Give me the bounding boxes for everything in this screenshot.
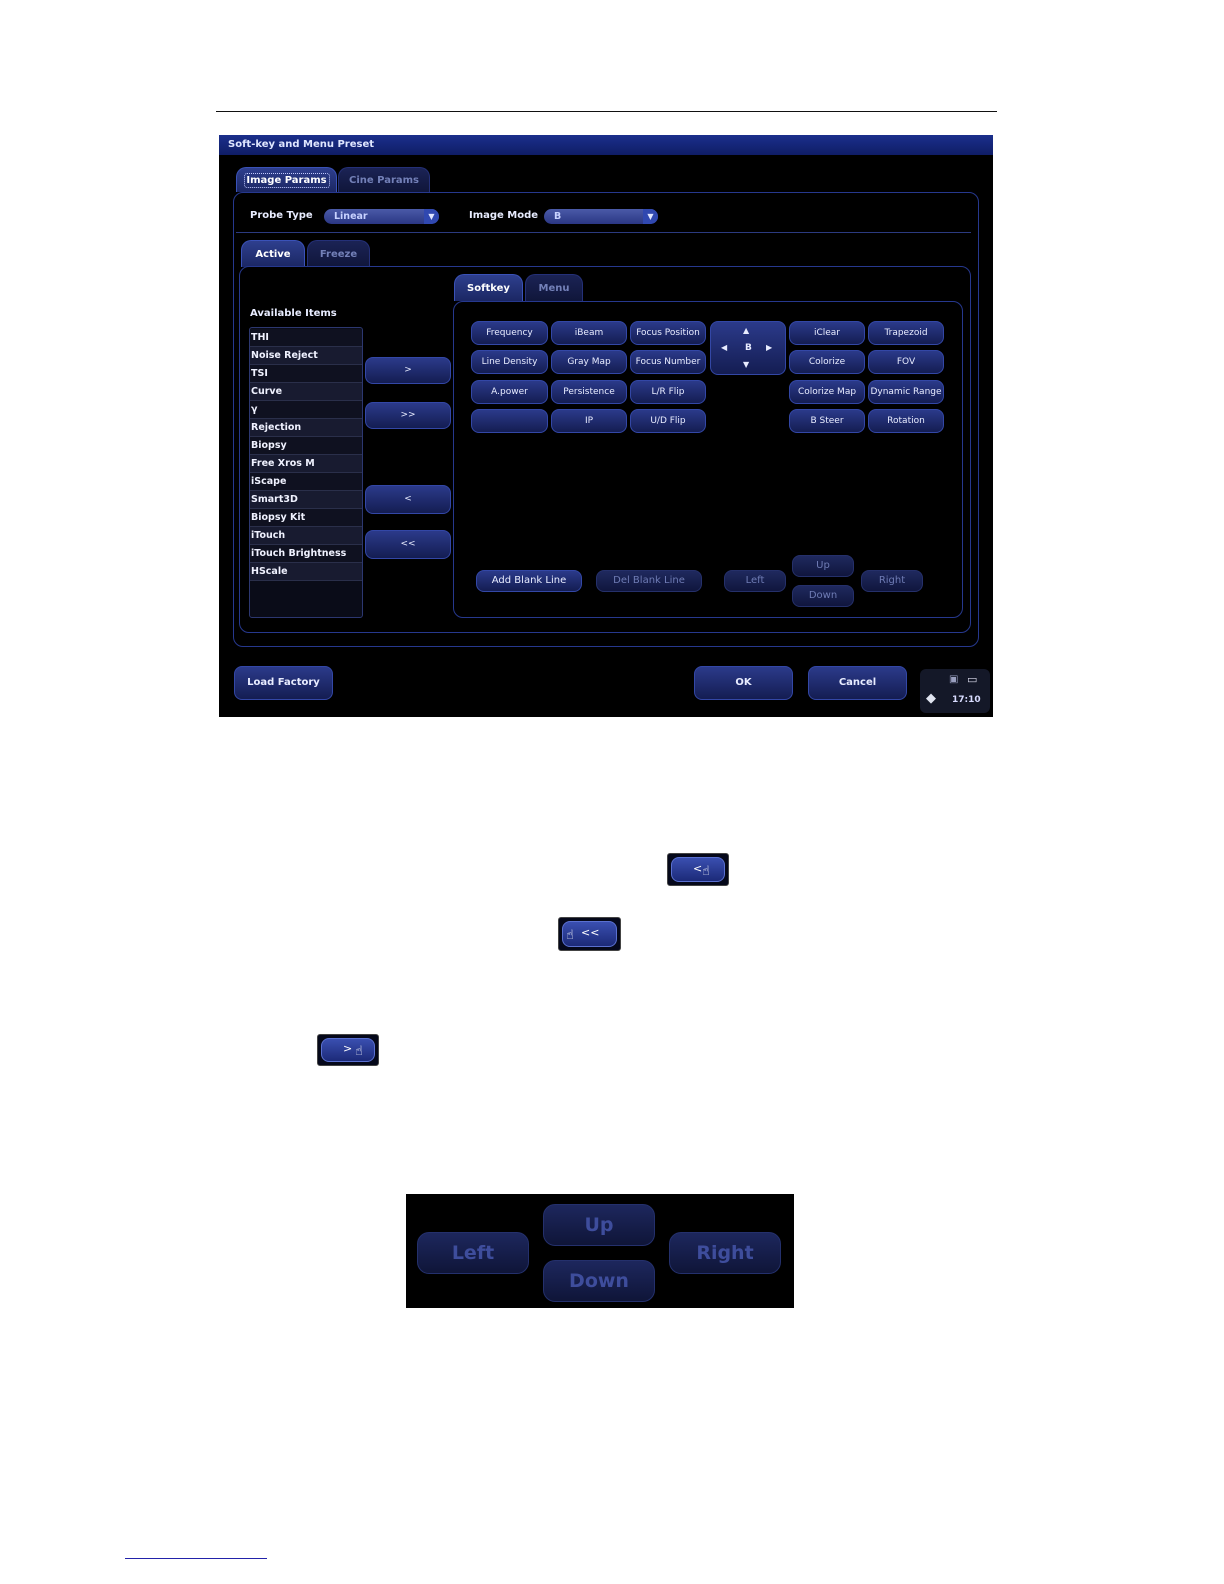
chevron-down-icon: ▼ [424,209,439,224]
dpad-center-label: B [745,343,752,353]
remove-item-button[interactable]: < [365,485,451,514]
ok-button[interactable]: OK [694,666,793,700]
softkey-blank[interactable] [471,409,548,433]
softkey-ud-flip[interactable]: U/D Flip [630,409,706,433]
big-up-button: Up [543,1204,655,1246]
softkey-persistence[interactable]: Persistence [551,380,627,404]
arrow-right-icon: ▶ [766,343,773,352]
chevron-down-icon: ▼ [643,209,658,224]
tab-active[interactable]: Active [241,240,305,267]
list-item[interactable]: TSI [250,365,362,383]
arrow-up-icon: ▲ [743,326,750,335]
list-item[interactable]: Biopsy Kit [250,509,362,527]
hand-cursor-icon: ☝ [702,864,710,879]
hand-cursor-icon: ☝ [355,1044,363,1059]
softkey-dynamic-range[interactable]: Dynamic Range [868,380,944,404]
remove-item-snippet: < ☝ [667,853,729,886]
available-items-title: Available Items [250,308,337,319]
snippet-label: < [693,862,703,875]
image-mode-value: B [554,211,562,222]
window-title: Soft-key and Menu Preset [219,135,993,155]
list-item[interactable]: Free Xros M [250,455,362,473]
softkey-colorize-map[interactable]: Colorize Map [789,380,865,404]
softkey-iclear[interactable]: iClear [789,321,865,345]
load-factory-button[interactable]: Load Factory [234,666,333,700]
softkey-focus-position[interactable]: Focus Position [630,321,706,345]
list-item[interactable]: Rejection [250,419,362,437]
top-rule [216,111,997,112]
tab-softkey[interactable]: Softkey [454,274,523,301]
tab-menu[interactable]: Menu [525,274,583,301]
softkey-line-density[interactable]: Line Density [471,350,548,374]
probe-type-value: Linear [334,211,368,222]
cancel-button[interactable]: Cancel [808,666,907,700]
list-item[interactable]: Curve [250,383,362,401]
list-item[interactable]: iTouch Brightness [250,545,362,563]
softkey-a-power[interactable]: A.power [471,380,548,404]
direction-buttons-image: Left Up Down Right [406,1194,794,1308]
remove-all-button[interactable]: << [365,530,451,559]
move-up-button[interactable]: Up [792,555,854,577]
del-blank-line-button[interactable]: Del Blank Line [596,570,702,592]
add-all-button[interactable]: >> [365,402,451,429]
list-item[interactable]: HScale [250,563,362,581]
add-item-button[interactable]: > [365,357,451,384]
softkey-trapezoid[interactable]: Trapezoid [868,321,944,345]
big-right-button: Right [669,1232,781,1274]
move-right-button[interactable]: Right [861,570,923,592]
softkey-rotation[interactable]: Rotation [868,409,944,433]
big-down-button: Down [543,1260,655,1302]
image-mode-select[interactable]: B ▼ [544,209,658,224]
list-item[interactable]: iScape [250,473,362,491]
probe-type-label: Probe Type [250,210,313,221]
list-item[interactable]: Smart3D [250,491,362,509]
remove-all-snippet: ☝ << [558,917,621,951]
softkey-ibeam[interactable]: iBeam [551,321,627,345]
list-item[interactable]: iTouch [250,527,362,545]
tab-image-params[interactable]: Image Params [236,167,337,192]
divider [236,232,971,233]
available-items-list[interactable]: THI Noise Reject TSI Curve γ Rejection B… [249,327,363,618]
clock-time: 17:10 [952,695,981,705]
add-item-snippet: > ☝ [317,1034,379,1066]
snippet-label: > [343,1042,353,1055]
probe-type-select[interactable]: Linear ▼ [324,209,439,224]
list-item[interactable]: γ [250,401,362,419]
tab-image-params-label: Image Params [243,173,330,188]
big-left-button: Left [417,1232,529,1274]
printer-icon: ◆ [926,691,936,706]
snippet-label: << [581,926,600,939]
softkey-fov[interactable]: FOV [868,350,944,374]
usb-icon: ▣ [949,674,959,685]
arrow-down-icon: ▼ [743,360,750,369]
softkey-ip[interactable]: IP [551,409,627,433]
softkey-b-steer[interactable]: B Steer [789,409,865,433]
image-mode-label: Image Mode [469,210,539,221]
softkey-colorize[interactable]: Colorize [789,350,865,374]
add-blank-line-button[interactable]: Add Blank Line [476,570,582,592]
list-item[interactable]: Biopsy [250,437,362,455]
footnote-rule [125,1558,267,1559]
list-item[interactable]: THI [250,329,362,347]
status-area: ▣ ▭ ◆ 17:10 [920,669,990,713]
tab-cine-params[interactable]: Cine Params [338,167,430,192]
arrow-left-icon: ◀ [721,343,728,352]
move-down-button[interactable]: Down [792,585,854,607]
softkey-lr-flip[interactable]: L/R Flip [630,380,706,404]
monitor-icon: ▭ [967,673,978,686]
tab-freeze[interactable]: Freeze [307,240,370,267]
softkey-frequency[interactable]: Frequency [471,321,548,345]
softkey-gray-map[interactable]: Gray Map [551,350,627,374]
list-item[interactable]: Noise Reject [250,347,362,365]
direction-pad[interactable]: ▲ ▼ ◀ ▶ B [710,321,786,375]
hand-cursor-icon: ☝ [566,928,574,943]
move-left-button[interactable]: Left [724,570,786,592]
softkey-focus-number[interactable]: Focus Number [630,350,706,374]
preset-dialog: Soft-key and Menu Preset Image Params Ci… [219,135,993,717]
